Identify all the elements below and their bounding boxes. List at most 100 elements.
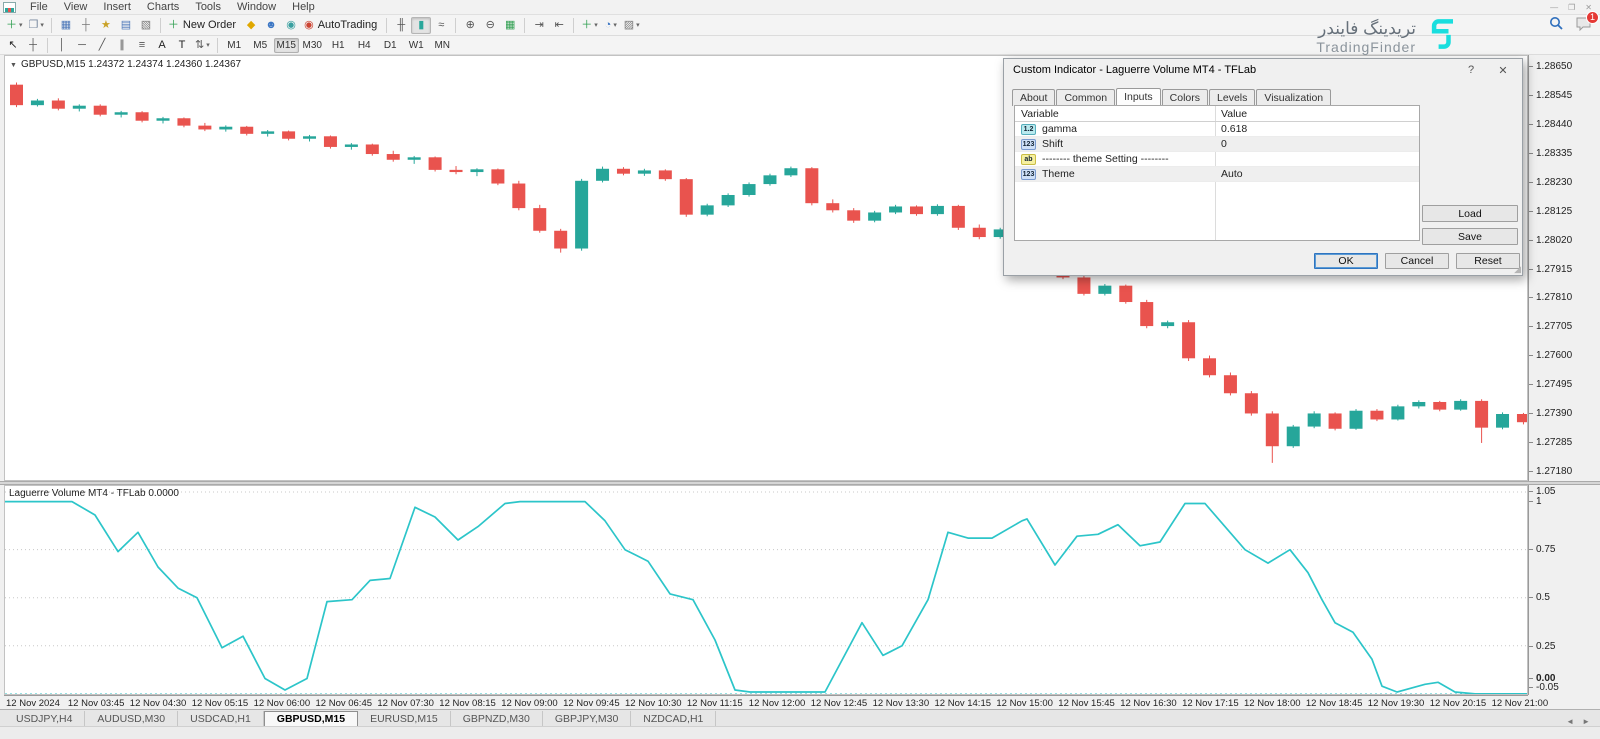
indicator-axis-label: 0.5 [1529, 592, 1550, 603]
profiles-button[interactable]: ❐ ▾ [26, 17, 47, 34]
dialog-tab-levels[interactable]: Levels [1209, 89, 1256, 106]
chart-tab-gbpnzd-m30[interactable]: GBPNZD,M30 [451, 711, 543, 726]
new-order-button[interactable]: ＋ New Order [165, 17, 241, 34]
tile-windows-button[interactable]: ▦ [500, 17, 520, 34]
text-label-button[interactable]: T [172, 37, 192, 54]
templates-button[interactable]: ▨ ▾ [621, 17, 643, 34]
fibonacci-button[interactable]: ≡ [132, 37, 152, 54]
timeframe-m30[interactable]: M30 [300, 38, 325, 53]
price-axis[interactable]: 1.28650 1.28545 1.28440 1.28335 1.28230 1.281… [1528, 55, 1600, 481]
chart-tab-gbpjpy-m30[interactable]: GBPJPY,M30 [543, 711, 632, 726]
variable-value[interactable]: 0.618 [1221, 123, 1247, 135]
timeframe-h1[interactable]: H1 [326, 38, 351, 53]
chart-shift-button[interactable]: ⇥ [529, 17, 549, 34]
reset-button[interactable]: Reset [1456, 253, 1520, 269]
menu-insert[interactable]: Insert [95, 0, 139, 14]
strategy-tester-button[interactable]: ▧ [136, 17, 156, 34]
dialog-resize-grip[interactable]: ◢ [1514, 264, 1521, 275]
price-axis-label: 1.28545 [1528, 89, 1573, 101]
menu-view[interactable]: View [56, 0, 96, 14]
chart-tab-usdcad-h1[interactable]: USDCAD,H1 [178, 711, 264, 726]
variable-value[interactable]: Auto [1221, 168, 1243, 180]
timeframe-d1[interactable]: D1 [378, 38, 403, 53]
timeframe-w1[interactable]: W1 [404, 38, 429, 53]
line-chart-button[interactable]: ≈ [431, 17, 451, 34]
metaeditor-button[interactable]: ◆ [241, 17, 261, 34]
input-row-shift[interactable]: 123 Shift 0 [1015, 137, 1419, 152]
tab-scroll-left-icon[interactable]: ◄ [1566, 717, 1574, 726]
load-button[interactable]: Load [1422, 205, 1518, 222]
search-icon[interactable] [1549, 16, 1564, 36]
vertical-line-button[interactable]: │ [52, 37, 72, 54]
tab-scroll-right-icon[interactable]: ► [1582, 717, 1590, 726]
cursor-button[interactable]: ↖ [3, 37, 23, 54]
equidistant-channel-button[interactable]: ∥ [112, 37, 132, 54]
timeframe-m1[interactable]: M1 [222, 38, 247, 53]
indicators-button[interactable]: ＋ ▾ [578, 17, 601, 34]
variable-value[interactable]: 0 [1221, 138, 1227, 150]
new-chart-button[interactable]: ＋ ▾ [3, 17, 26, 34]
dialog-help-button[interactable]: ? [1460, 62, 1482, 78]
periods-button[interactable]: ◔ ▾ [601, 17, 621, 34]
dialog-tab-visualization[interactable]: Visualization [1256, 89, 1332, 106]
cancel-button[interactable]: Cancel [1385, 253, 1449, 269]
price-axis-label: 1.27705 [1528, 321, 1573, 333]
menu-help[interactable]: Help [284, 0, 323, 14]
indicator-plot [5, 491, 1527, 694]
text-button[interactable]: A [152, 37, 172, 54]
input-row-gamma[interactable]: 1.2 gamma 0.618 [1015, 122, 1419, 137]
candlestick-chart-button[interactable]: ▮ [411, 16, 432, 34]
terminal-button[interactable]: ▤ [116, 17, 136, 34]
ok-button[interactable]: OK [1314, 253, 1378, 269]
indicator-axis[interactable]: 1.05 1 0.75 0.5 0.25 0.00 -0.05 [1528, 485, 1600, 695]
zoom-in-button[interactable]: ⊕ [460, 17, 480, 34]
chart-tab-usdjpy-h4[interactable]: USDJPY,H4 [4, 711, 86, 726]
indicator-axis-label: 1 [1529, 496, 1542, 507]
zoom-out-button[interactable]: ⊖ [480, 17, 500, 34]
minimize-icon[interactable]: — [1550, 3, 1558, 12]
chart-tab-eurusd-m15[interactable]: EURUSD,M15 [358, 711, 451, 726]
auto-scroll-button[interactable]: ⇤ [549, 17, 569, 34]
dialog-title[interactable]: Custom Indicator - Laguerre Volume MT4 -… [1004, 59, 1522, 81]
timeframe-m15[interactable]: M15 [273, 37, 299, 53]
menu-window[interactable]: Window [229, 0, 284, 14]
time-axis[interactable]: 12 Nov 2024 12 Nov 03:45 12 Nov 04:30 12 No… [4, 695, 1548, 709]
dialog-tab-about[interactable]: About [1012, 89, 1056, 106]
navigator-button[interactable]: ★ [96, 17, 116, 34]
indicator-panel[interactable]: Laguerre Volume MT4 - TFLab 0.0000 [4, 485, 1528, 695]
autotrading-icon: ◉ [304, 18, 314, 31]
restore-icon[interactable]: ❐ [1568, 3, 1575, 12]
bar-chart-button[interactable]: ╫ [391, 17, 411, 34]
chart-tab-nzdcad-h1[interactable]: NZDCAD,H1 [631, 711, 717, 726]
chart-collapse-icon[interactable]: ▼ [10, 62, 17, 69]
chart-tab-audusd-m30[interactable]: AUDUSD,M30 [85, 711, 179, 726]
input-type-icon: 123 [1021, 168, 1036, 180]
timeframe-m5[interactable]: M5 [248, 38, 273, 53]
menu-file[interactable]: File [22, 0, 56, 14]
price-axis-label: 1.28335 [1528, 147, 1573, 159]
experts-button[interactable]: ☻ [261, 17, 281, 34]
menu-charts[interactable]: Charts [139, 0, 187, 14]
dialog-tab-common[interactable]: Common [1056, 89, 1116, 106]
community-button[interactable]: ◉ [281, 17, 301, 34]
market-watch-button[interactable]: ▦ [56, 17, 76, 34]
horizontal-line-button[interactable]: ─ [72, 37, 92, 54]
price-axis-label: 1.28020 [1528, 234, 1573, 246]
chart-tab-gbpusd-m15[interactable]: GBPUSD,M15 [263, 711, 359, 726]
dialog-close-icon[interactable]: ✕ [1492, 62, 1514, 78]
input-row-theme[interactable]: 123 Theme Auto [1015, 167, 1419, 182]
save-button[interactable]: Save [1422, 228, 1518, 245]
variable-name: Shift [1042, 138, 1064, 150]
arrows-button[interactable]: ⇅ ▾ [192, 37, 213, 54]
timeframe-h4[interactable]: H4 [352, 38, 377, 53]
crosshair-button[interactable]: ┼ [23, 37, 43, 54]
autotrading-button[interactable]: ◉ AutoTrading [301, 17, 382, 34]
input-row-themesetting[interactable]: ab -------- theme Setting -------- [1015, 152, 1419, 167]
trendline-button[interactable]: ╱ [92, 37, 112, 54]
menu-tools[interactable]: Tools [187, 0, 229, 14]
data-window-button[interactable]: ┼ [76, 17, 96, 34]
timeframe-mn[interactable]: MN [430, 38, 455, 53]
chevron-down-icon: ▾ [19, 21, 23, 29]
chat-icon[interactable]: 1 [1576, 10, 1599, 36]
dialog-tab-colors[interactable]: Colors [1161, 89, 1209, 106]
